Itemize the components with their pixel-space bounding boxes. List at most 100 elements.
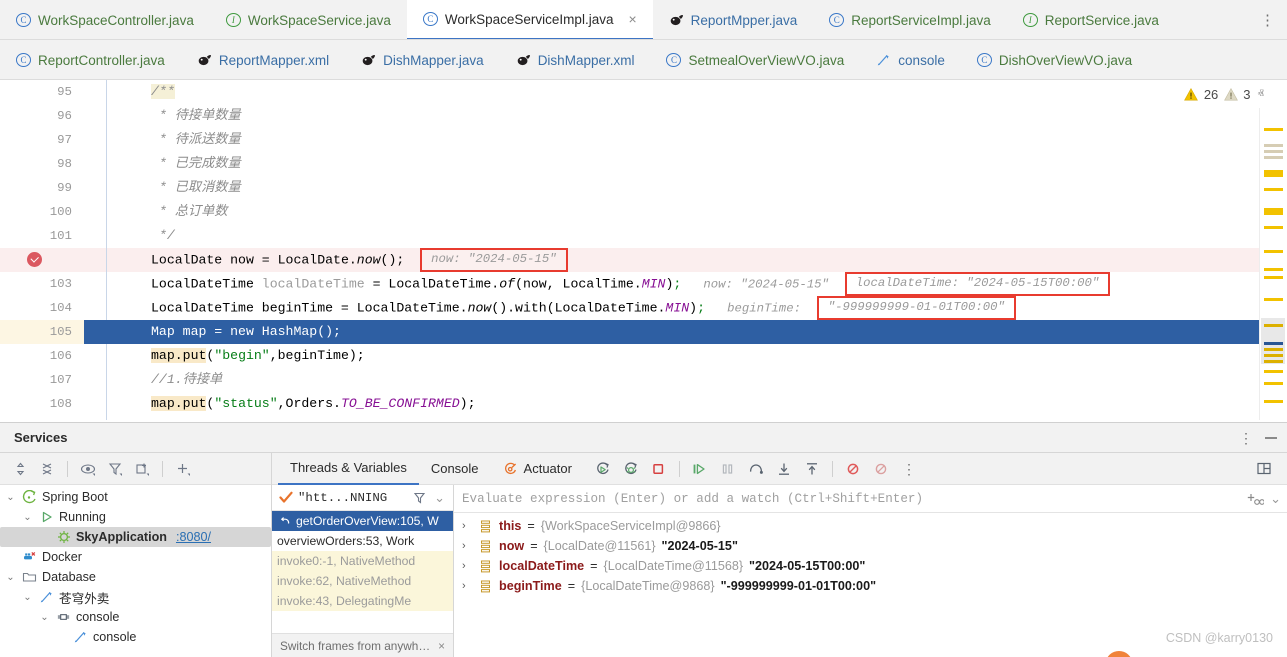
scrollbar-marker[interactable]: [1264, 250, 1283, 253]
services-tree-item[interactable]: Docker: [0, 547, 271, 567]
editor-tab[interactable]: C ReportServiceImpl.java: [813, 0, 1007, 40]
code-line[interactable]: 106 map.put("begin",beginTime);: [0, 344, 1287, 368]
stop-icon[interactable]: [646, 456, 672, 482]
filter-icon[interactable]: [103, 457, 127, 481]
rerun-debug-icon[interactable]: [618, 456, 644, 482]
editor-tab[interactable]: C ReportController.java: [0, 40, 181, 80]
scrollbar-marker[interactable]: [1264, 156, 1283, 159]
editor-tab[interactable]: console: [860, 40, 961, 80]
scrollbar-marker[interactable]: [1264, 226, 1283, 229]
code-line[interactable]: 100 * 总订单数: [0, 200, 1287, 224]
code-line[interactable]: 105 Map map = new HashMap();: [0, 320, 1287, 344]
editor-tab[interactable]: C SetmealOverViewVO.java: [650, 40, 860, 80]
application-port-link[interactable]: :8080/: [176, 530, 211, 544]
thread-selector[interactable]: "htt...NNING ⌄: [272, 485, 453, 511]
editor-tab[interactable]: C WorkSpaceController.java: [0, 0, 210, 40]
scrollbar-marker[interactable]: [1264, 370, 1283, 373]
rerun-icon[interactable]: [590, 456, 616, 482]
expand-arrow-icon[interactable]: ›: [462, 560, 472, 572]
expand-arrow-icon[interactable]: ›: [462, 580, 472, 592]
more-icon[interactable]: ⋮: [896, 456, 922, 482]
debugger-tab[interactable]: Threads & Variables: [278, 453, 419, 485]
editor-tab[interactable]: ReportMpper.java: [653, 0, 814, 40]
debugger-tab[interactable]: Console: [419, 453, 491, 485]
expand-collapse-icon[interactable]: [8, 457, 32, 481]
chevron-down-icon[interactable]: ⌄: [21, 592, 34, 603]
services-tree[interactable]: ⌄ Spring Boot ⌄ Running SkyApplication:8080/…: [0, 485, 271, 657]
scrollbar-marker[interactable]: [1264, 188, 1283, 191]
scrollbar-marker[interactable]: [1264, 144, 1283, 147]
step-into-icon[interactable]: [771, 456, 797, 482]
services-tree-item[interactable]: ⌄ Running: [0, 507, 271, 527]
editor-tab[interactable]: C DishOverViewVO.java: [961, 40, 1148, 80]
step-over-icon[interactable]: [743, 456, 769, 482]
close-icon[interactable]: ×: [628, 12, 636, 26]
variable-row[interactable]: › now = {LocalDate@11561} "2024-05-15": [454, 536, 1287, 556]
code-line[interactable]: 107 //1.待接单: [0, 368, 1287, 392]
code-line[interactable]: 108 map.put("status",Orders.TO_BE_CONFIRM…: [0, 392, 1287, 416]
resume-icon[interactable]: [687, 456, 713, 482]
stack-frame[interactable]: getOrderOverView:105, W: [272, 511, 453, 531]
code-line[interactable]: 104 LocalDateTime beginTime = LocalDateTi…: [0, 296, 1287, 320]
scrollbar-marker[interactable]: [1264, 382, 1283, 385]
editor-tab[interactable]: I ReportService.java: [1007, 0, 1175, 40]
stack-frame[interactable]: invoke:62, NativeMethod: [272, 571, 453, 591]
code-area[interactable]: 95/** 96 * 待接单数量 97 * 待派送数量 98 * 已完成数量 99 * …: [0, 80, 1287, 420]
show-services-icon[interactable]: [76, 457, 100, 481]
editor-scrollbar-markers[interactable]: [1259, 108, 1287, 420]
code-line[interactable]: 99 * 已取消数量: [0, 176, 1287, 200]
scrollbar-marker[interactable]: [1264, 150, 1283, 153]
chevron-down-icon[interactable]: ⌄: [1268, 491, 1283, 507]
code-line[interactable]: 96 * 待接单数量: [0, 104, 1287, 128]
next-problem-icon[interactable]: ⱟ: [1271, 87, 1275, 102]
stack-frame[interactable]: overviewOrders:53, Work: [272, 531, 453, 551]
frames-list[interactable]: getOrderOverView:105, W overviewOrders:53…: [272, 511, 453, 633]
add-tab-icon[interactable]: [130, 457, 154, 481]
filter-icon[interactable]: [412, 490, 427, 505]
editor-tab[interactable]: ReportMapper.xml: [181, 40, 345, 80]
close-icon[interactable]: ×: [438, 639, 445, 653]
code-line[interactable]: 101 */: [0, 224, 1287, 248]
step-out-icon[interactable]: [799, 456, 825, 482]
editor-tab[interactable]: DishMapper.java: [345, 40, 500, 80]
evaluate-expression-row[interactable]: Evaluate expression (Enter) or add a wat…: [454, 485, 1287, 513]
debugger-tab[interactable]: Actuator: [491, 453, 584, 485]
evaluate-expression-input[interactable]: Evaluate expression (Enter) or add a wat…: [462, 492, 1242, 506]
scrollbar-marker[interactable]: [1264, 208, 1283, 215]
services-options-icon[interactable]: ⋮: [1239, 431, 1253, 445]
editor-tab[interactable]: C WorkSpaceServiceImpl.java ×: [407, 0, 653, 40]
scrollbar-marker[interactable]: [1264, 276, 1283, 279]
scrollbar-thumb[interactable]: [1261, 318, 1285, 364]
expand-arrow-icon[interactable]: ›: [462, 540, 472, 552]
services-tree-item[interactable]: SkyApplication:8080/: [0, 527, 271, 547]
tab-overflow-icon[interactable]: ⋮: [1248, 0, 1287, 39]
scrollbar-marker[interactable]: [1264, 400, 1283, 403]
inspection-widget[interactable]: 26 3 ⱏ ⱟ: [1151, 80, 1287, 108]
code-line[interactable]: 95 /**: [0, 80, 1287, 104]
code-line[interactable]: 97 * 待派送数量: [0, 128, 1287, 152]
prev-problem-icon[interactable]: ⱏ: [1256, 86, 1266, 102]
chevron-down-icon[interactable]: ⌄: [4, 572, 17, 583]
add-service-icon[interactable]: [171, 457, 195, 481]
services-tree-item[interactable]: ⌄ Database: [0, 567, 271, 587]
scrollbar-marker[interactable]: [1264, 128, 1283, 131]
chevron-down-icon[interactable]: ⌄: [38, 612, 51, 623]
editor-tab[interactable]: DishMapper.xml: [500, 40, 651, 80]
services-tree-item[interactable]: console: [0, 627, 271, 647]
chevron-down-icon[interactable]: ⌄: [4, 492, 17, 503]
mute-breakpoints-icon[interactable]: [840, 456, 866, 482]
code-line[interactable]: 102 LocalDate now = LocalDate.now(); now:…: [0, 248, 1287, 272]
add-watch-icon[interactable]: [1242, 486, 1268, 512]
layout-settings-icon[interactable]: [1251, 456, 1277, 482]
services-tree-item[interactable]: ⌄ console: [0, 607, 271, 627]
chevron-down-icon[interactable]: ⌄: [21, 512, 34, 523]
variable-row[interactable]: › beginTime = {LocalDateTime@9868} "-9999…: [454, 576, 1287, 596]
expand-arrow-icon[interactable]: ›: [462, 520, 472, 532]
minimize-icon[interactable]: [1265, 437, 1277, 439]
code-editor[interactable]: 95/** 96 * 待接单数量 97 * 待派送数量 98 * 已完成数量 99 * …: [0, 80, 1287, 420]
services-tree-item[interactable]: ⌄ 苍穹外卖: [0, 587, 271, 607]
code-line[interactable]: 103 LocalDateTime localDateTime = LocalDa…: [0, 272, 1287, 296]
variables-list[interactable]: › this = {WorkSpaceServiceImpl@9866} › now …: [454, 513, 1287, 657]
code-line[interactable]: 98 * 已完成数量: [0, 152, 1287, 176]
services-tree-item[interactable]: ⌄ Spring Boot: [0, 487, 271, 507]
